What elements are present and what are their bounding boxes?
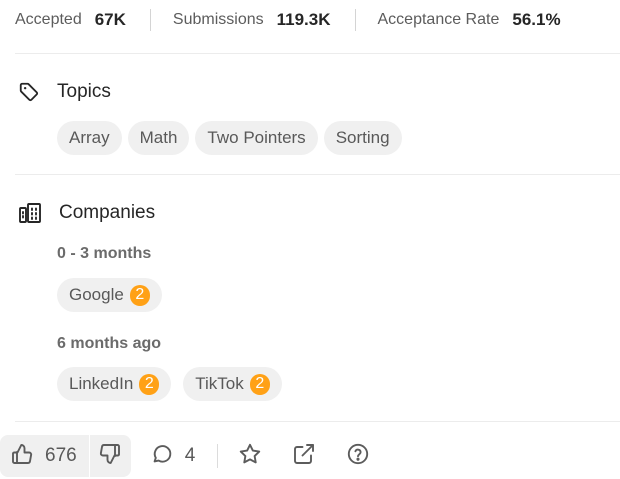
topic-tag[interactable]: Sorting <box>323 121 402 155</box>
topics-title: Topics <box>57 81 111 102</box>
stats-separator <box>354 9 356 31</box>
action-separator <box>217 444 219 468</box>
section-divider <box>15 421 620 422</box>
help-icon <box>346 442 370 471</box>
accepted-label: Accepted <box>15 11 82 28</box>
company-name: Google <box>69 285 124 304</box>
company-name: LinkedIn <box>69 374 134 393</box>
section-divider <box>15 53 620 54</box>
topics-header[interactable]: Topics <box>18 79 111 105</box>
section-divider <box>15 174 620 175</box>
submissions-value: 119.3K <box>276 10 331 29</box>
action-bar: 676 4 <box>0 435 370 477</box>
company-name: TikTok <box>195 374 244 393</box>
comment-count: 4 <box>184 445 196 466</box>
topic-tag[interactable]: Array <box>57 121 122 155</box>
stats-row: Accepted 67K Submissions 119.3K Acceptan… <box>15 0 561 40</box>
share-button[interactable] <box>292 442 316 471</box>
company-count-badge: 2 <box>129 284 150 306</box>
star-icon <box>238 442 262 471</box>
comments-button[interactable]: 4 <box>150 442 196 471</box>
thumbs-down-icon <box>98 442 122 471</box>
company-tags: LinkedIn 2 TikTok 2 <box>57 367 282 401</box>
company-tag-linkedin[interactable]: LinkedIn 2 <box>57 367 172 401</box>
comment-icon <box>150 442 174 471</box>
topic-tags: Array Math Two Pointers Sorting <box>57 121 402 155</box>
acceptance-rate-value: 56.1% <box>512 10 561 29</box>
acceptance-rate-label: Acceptance Rate <box>377 11 500 28</box>
stats-separator <box>149 9 151 31</box>
tag-icon <box>18 81 40 103</box>
companies-title: Companies <box>59 202 156 223</box>
like-count: 676 <box>45 445 77 466</box>
dislike-button[interactable] <box>90 435 131 477</box>
topic-tag[interactable]: Two Pointers <box>195 121 318 155</box>
company-period-label: 0 - 3 months <box>57 245 152 262</box>
topic-tag[interactable]: Math <box>127 121 190 155</box>
favorite-button[interactable] <box>238 442 262 471</box>
share-icon <box>292 442 316 471</box>
company-period-label: 6 months ago <box>57 335 162 352</box>
building-icon <box>18 201 42 225</box>
submissions-label: Submissions <box>172 11 264 28</box>
company-tag-tiktok[interactable]: TikTok 2 <box>183 367 282 401</box>
vote-group: 676 <box>0 435 131 477</box>
accepted-value: 67K <box>94 10 126 29</box>
company-count-badge: 2 <box>249 373 270 395</box>
accepted-stat: Accepted 67K <box>15 10 126 30</box>
company-count-badge: 2 <box>139 373 160 395</box>
submissions-stat: Submissions 119.3K <box>173 10 331 30</box>
thumbs-up-icon <box>10 442 34 471</box>
help-button[interactable] <box>346 442 370 471</box>
acceptance-rate-stat: Acceptance Rate 56.1% <box>378 10 561 30</box>
companies-header[interactable]: Companies <box>18 200 155 226</box>
company-tag-google[interactable]: Google 2 <box>57 278 162 312</box>
company-tags: Google 2 <box>57 278 162 312</box>
like-button[interactable]: 676 <box>0 435 89 477</box>
